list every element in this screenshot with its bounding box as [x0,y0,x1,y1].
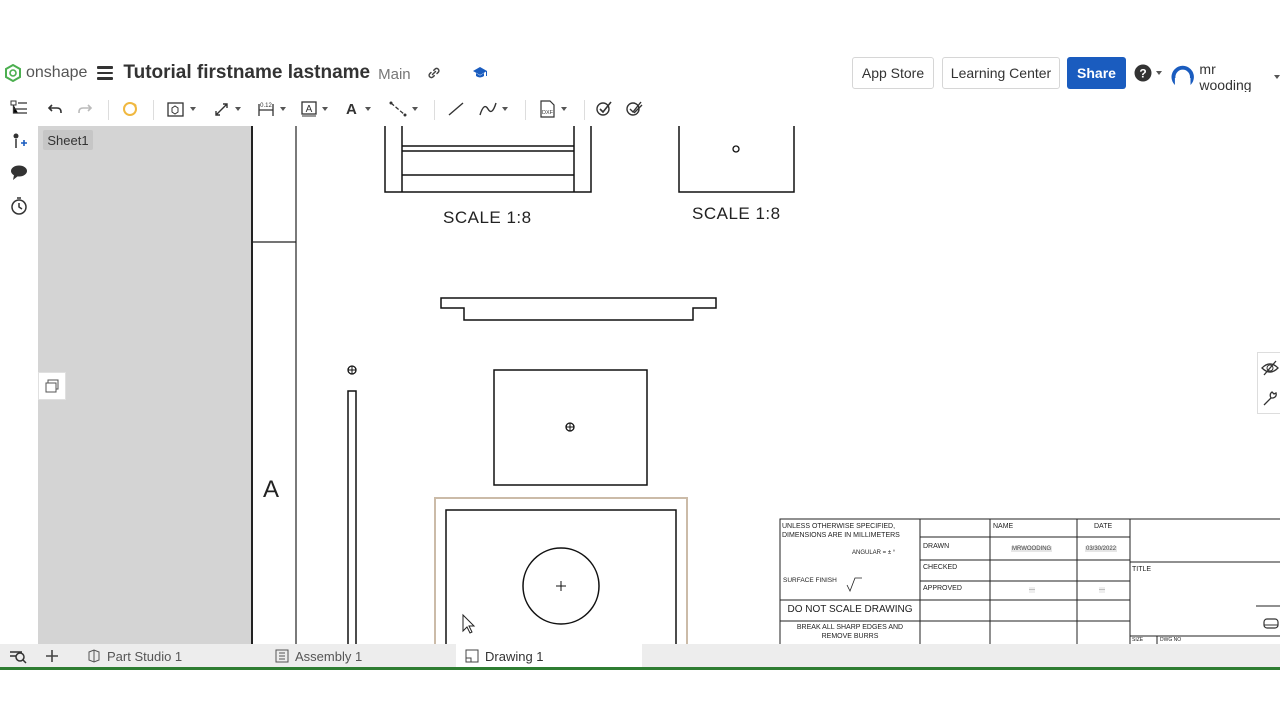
sheet-tab-sheet1[interactable]: Sheet1 [43,130,93,150]
status-strip [0,667,1280,670]
projected-view-icon[interactable] [213,99,241,119]
side-view-drawing[interactable] [678,126,795,193]
rod-view-drawing[interactable] [347,365,357,644]
document-title[interactable]: Tutorial firstname lastname [123,62,370,84]
approved-date-field[interactable]: — [1099,587,1105,593]
drawing-icon [465,649,479,663]
drawing-options-icon[interactable] [1262,617,1280,636]
help-icon: ? [1134,64,1152,82]
assembly-icon [275,649,289,663]
comments-icon[interactable] [9,162,29,182]
plate-view-drawing[interactable] [493,369,648,486]
svg-text:0.12: 0.12 [260,103,272,109]
approved-name-field[interactable]: — [1029,587,1035,593]
regenerate-icon[interactable] [121,99,139,119]
drawing-toolbar: 0.12 A A DXF [0,92,1280,126]
left-rail [0,92,38,644]
tab-part-studio-1[interactable]: Part Studio 1 [78,644,262,668]
wrench-icon[interactable] [1261,390,1279,413]
break-edges-label: BREAK ALL SHARP EDGES AND REMOVE BURRS [796,624,904,640]
redo-icon[interactable] [77,99,93,119]
drawn-date-field[interactable]: 03/30/2022 [1085,546,1118,552]
check-icon[interactable] [595,99,615,119]
insert-view-icon[interactable] [166,99,196,119]
line-icon[interactable] [446,99,466,119]
general-tolerance-note: UNLESS OTHERWISE SPECIFIED, DIMENSIONS A… [782,523,900,539]
drawn-row-label: DRAWN [923,543,950,550]
svg-text:A: A [306,104,313,115]
scale-label: SCALE 1:8 [443,208,532,227]
hamburger-menu-icon[interactable] [97,66,114,80]
branch-label[interactable]: Main [378,66,411,83]
round-cutout-view-drawing[interactable] [434,497,688,644]
user-menu[interactable]: mr wooding [1171,61,1280,93]
date-column-header: DATE [1094,523,1113,530]
avatar [1171,65,1194,89]
onshape-logo-icon [5,64,21,82]
dimension-icon[interactable]: 0.12 [256,99,286,119]
logo-text: onshape [26,64,88,81]
export-dxf-icon[interactable]: DXF [537,99,567,119]
drawn-name-field[interactable]: MRWOODING [1011,546,1053,552]
learning-center-button[interactable]: Learning Center [942,57,1060,89]
view-visibility-icon[interactable] [1261,359,1279,382]
size-field-label: SIZE [1132,637,1144,643]
app-store-button[interactable]: App Store [852,57,934,89]
centerline-icon[interactable] [388,99,418,119]
user-name: mr wooding [1199,61,1252,93]
tab-drawing-1[interactable]: Drawing 1 [456,644,642,668]
dwg-no-field-label: DWG NO [1160,637,1182,643]
zone-letter: A [263,476,280,503]
name-column-header: NAME [993,523,1014,530]
do-not-scale-label: DO NOT SCALE DRAWING [787,604,913,615]
lid-profile-drawing[interactable] [440,297,717,321]
scale-label: SCALE 1:8 [692,204,781,223]
svg-text:DXF: DXF [542,110,554,116]
learning-cap-icon[interactable] [471,64,489,82]
sheet-thumbnail-icon[interactable] [38,372,66,400]
onshape-logo[interactable]: onshape [4,64,87,82]
undo-icon[interactable] [47,99,63,119]
add-tab-icon[interactable] [44,644,64,668]
document-header: onshape Tutorial firstname lastname Main… [0,54,1280,93]
drawing-canvas[interactable]: SCALE 1:8 SCALE 1:8 A UNLESS OTHERWISE S… [251,126,1280,644]
tab-assembly-1[interactable]: Assembly 1 [264,644,454,668]
svg-text:?: ? [1139,67,1146,81]
title-field-label: TITLE [1132,566,1152,573]
part-studio-icon [88,649,100,663]
version-history-icon[interactable] [9,196,29,216]
sheet-panel: Sheet1 [38,126,251,644]
spline-icon[interactable] [478,99,508,119]
approved-row-label: APPROVED [923,585,962,592]
frame-view-drawing[interactable] [384,126,592,193]
mouse-cursor-icon [462,613,476,634]
note-icon[interactable]: A [300,99,328,119]
surface-finish-label: SURFACE FINISH [783,577,837,584]
angular-tolerance-note: ANGULAR = ± ° [852,550,896,556]
share-button[interactable]: Share [1067,57,1126,89]
checked-row-label: CHECKED [923,564,958,571]
right-tool-panel [1257,352,1280,414]
insert-mate-icon[interactable] [9,131,29,151]
check-all-icon[interactable] [625,99,645,119]
chevron-down-icon [1274,75,1280,79]
link-icon[interactable] [425,64,443,82]
feature-list-icon[interactable] [9,98,29,118]
chevron-down-icon [1156,71,1162,75]
bottom-tab-bar: Part Studio 1 Assembly 1 Drawing 1 [0,644,1280,668]
tab-manager-icon[interactable] [8,644,30,668]
help-menu[interactable]: ? [1134,64,1162,82]
top-blank-area [0,0,1280,54]
text-icon[interactable]: A [346,99,371,119]
